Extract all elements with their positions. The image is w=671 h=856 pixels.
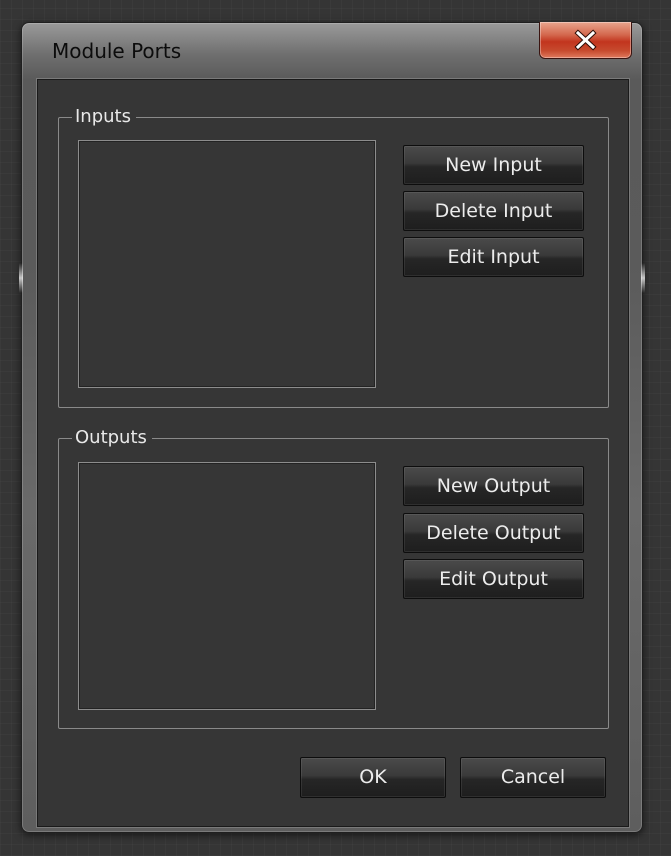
inputs-group: Inputs New Input Delete Input Edit Input (58, 107, 609, 408)
outputs-group-label: Outputs (72, 428, 152, 448)
title-bar[interactable]: Module Ports (22, 22, 642, 79)
delete-output-button[interactable]: Delete Output (403, 513, 584, 553)
outputs-list[interactable] (78, 462, 376, 710)
inputs-list[interactable] (78, 140, 376, 388)
new-output-button[interactable]: New Output (403, 466, 584, 506)
outputs-group: Outputs New Output Delete Output Edit Ou… (58, 428, 609, 729)
inputs-group-label: Inputs (72, 107, 136, 127)
ok-button[interactable]: OK (300, 757, 446, 798)
module-ports-dialog: Module Ports Inputs New Input Delete Inp… (19, 22, 645, 833)
close-button[interactable] (539, 22, 632, 59)
cancel-button[interactable]: Cancel (460, 757, 606, 798)
delete-input-button[interactable]: Delete Input (403, 191, 584, 231)
new-input-button[interactable]: New Input (403, 145, 584, 185)
edit-input-button[interactable]: Edit Input (403, 237, 584, 277)
window-title: Module Ports (52, 39, 182, 63)
edit-output-button[interactable]: Edit Output (403, 559, 584, 599)
dialog-client-area: Inputs New Input Delete Input Edit Input… (37, 79, 629, 827)
close-icon (574, 29, 597, 51)
